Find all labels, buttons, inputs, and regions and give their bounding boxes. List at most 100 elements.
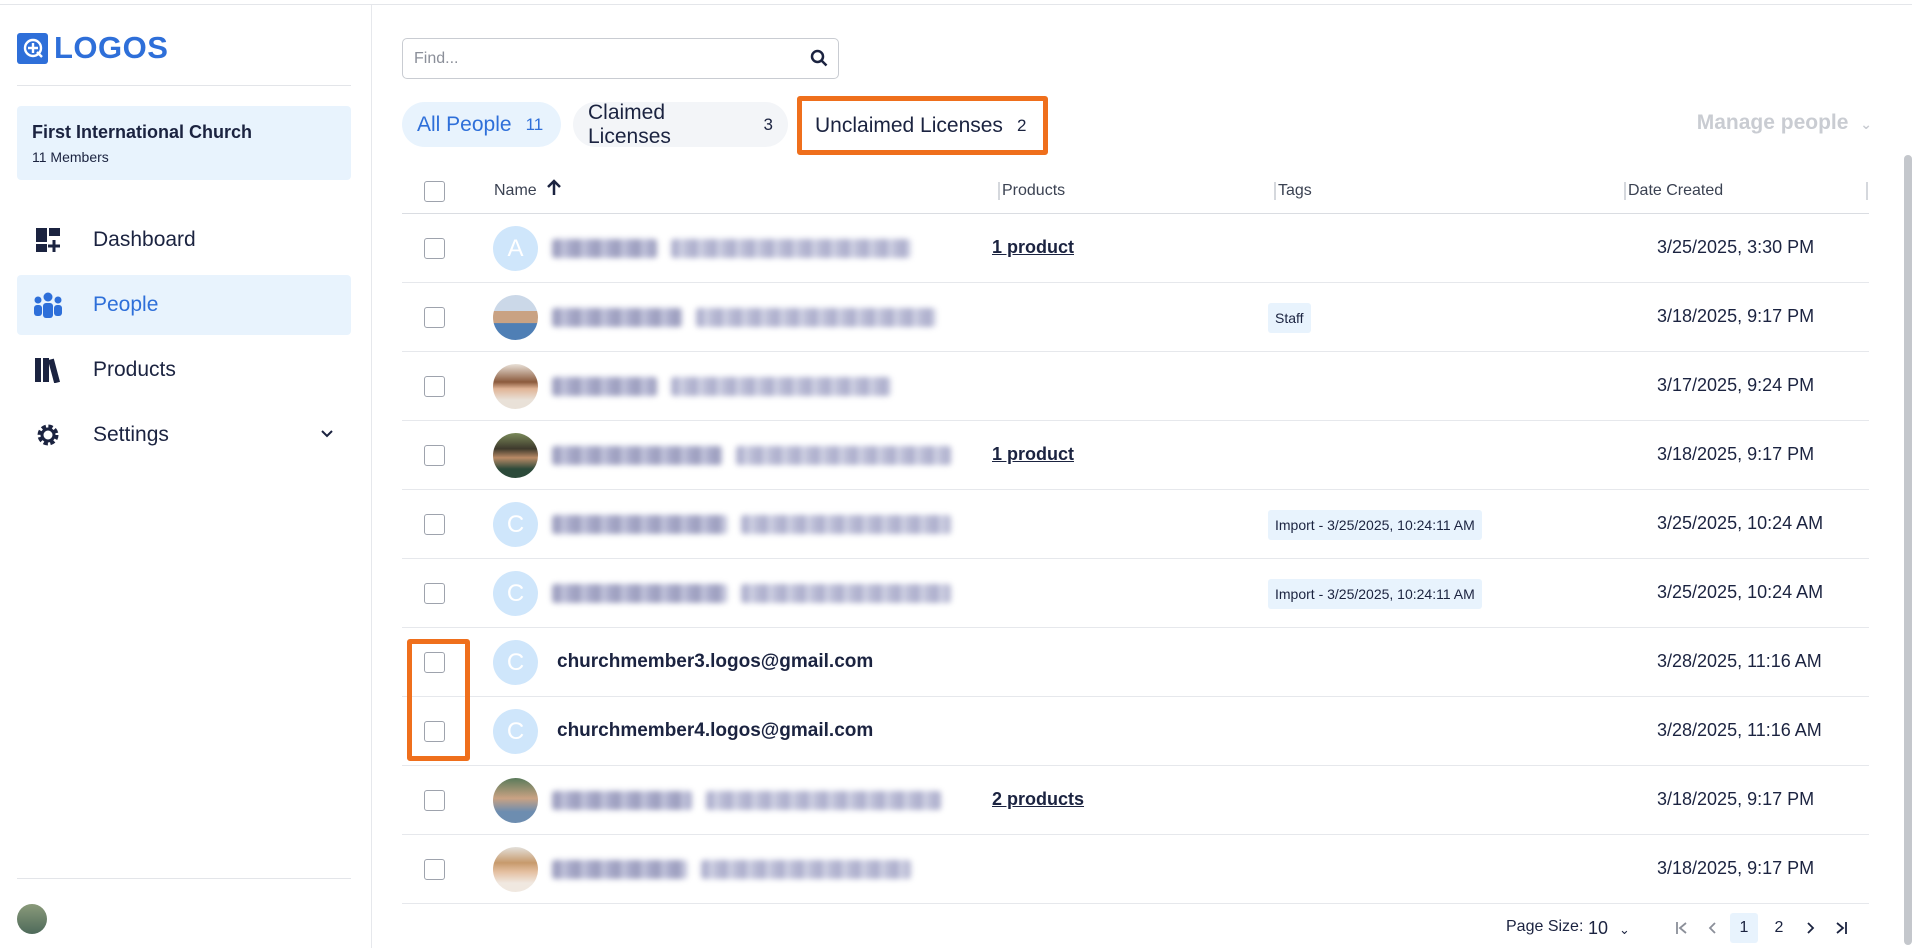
row-checkbox[interactable] [424,790,445,811]
row-checkbox[interactable] [424,445,445,466]
avatar [493,847,538,892]
table-row[interactable]: 3/17/2025, 9:24 PM [402,352,1869,421]
row-checkbox[interactable] [424,859,445,880]
select-all-checkbox[interactable] [424,181,445,202]
row-checkbox[interactable] [424,238,445,259]
column-header-tags[interactable]: Tags [1278,182,1312,200]
chevron-down-icon[interactable] [321,425,333,441]
table-row[interactable]: Cchurchmember3.logos@gmail.com 3/28/2025,… [402,628,1869,697]
manage-people-dropdown[interactable]: Manage people ⌄ [1697,111,1872,135]
redacted-name[interactable] [552,860,687,879]
user-avatar[interactable] [17,904,47,934]
logos-logo[interactable]: LOGOS [17,30,168,66]
redacted-email [741,584,951,603]
row-checkbox[interactable] [424,376,445,397]
person-email[interactable]: churchmember4.logos@gmail.com [557,720,873,742]
sidebar-item-settings[interactable]: Settings [17,405,351,465]
tag-badge[interactable]: Import - 3/25/2025, 10:24:11 AM [1268,510,1482,540]
date-created: 3/25/2025, 3:30 PM [1657,237,1815,257]
table-row[interactable]: C Import - 3/25/2025, 10:24:11 AM 3/25/202… [402,490,1869,559]
tab-label: All People [417,112,512,136]
table-row[interactable]: Cchurchmember4.logos@gmail.com 3/28/2025,… [402,697,1869,766]
page-button-2[interactable]: 2 [1765,913,1793,943]
tab-unclaimed-licenses[interactable]: Unclaimed Licenses 2 [797,96,1048,155]
logo-icon [17,32,48,64]
scrollbar[interactable] [1904,155,1912,945]
row-checkbox[interactable] [424,307,445,328]
date-created: 3/18/2025, 9:17 PM [1657,306,1815,326]
avatar [493,778,538,823]
page-size-select[interactable]: 10 ⌄ [1588,918,1630,939]
avatar [493,364,538,409]
dashboard-icon [33,225,63,255]
column-header-date-created[interactable]: Date Created [1628,182,1723,200]
column-resizer[interactable] [1866,182,1868,200]
sidebar-item-dashboard[interactable]: Dashboard [17,210,351,270]
row-checkbox[interactable] [424,514,445,535]
org-name: First International Church [32,122,253,142]
sidebar-item-label: Settings [93,423,169,446]
redacted-email [706,791,941,810]
page-size-value: 10 [1588,918,1609,938]
sidebar-item-label: People [93,293,159,316]
products-link[interactable]: 1 product [992,444,1074,465]
table-row[interactable]: C Import - 3/25/2025, 10:24:11 AM 3/25/202… [402,559,1869,628]
column-resizer[interactable] [998,182,1000,200]
row-checkbox[interactable] [424,583,445,604]
table-row[interactable]: 2 products 3/18/2025, 9:17 PM [402,766,1869,835]
products-link[interactable]: 1 product [992,237,1074,258]
tag-badge[interactable]: Staff [1268,303,1311,333]
person-email[interactable]: churchmember3.logos@gmail.com [557,651,873,673]
tab-count: 2 [1016,115,1027,135]
column-header-products[interactable]: Products [1002,182,1065,200]
books-icon [33,355,63,385]
redacted-name[interactable] [552,239,657,258]
products-link[interactable]: 2 products [992,789,1084,810]
tab-claimed-licenses[interactable]: Claimed Licenses 3 [573,101,788,148]
tab-count: 3 [763,114,773,134]
redacted-email [736,446,951,465]
sidebar-item-people[interactable]: People [17,275,351,335]
redacted-name[interactable] [552,515,727,534]
redacted-name[interactable] [552,446,722,465]
sort-ascending-icon[interactable] [546,179,562,202]
redacted-name[interactable] [552,584,727,603]
sidebar-item-label: Products [93,358,176,381]
tag-badge[interactable]: Import - 3/25/2025, 10:24:11 AM [1268,579,1482,609]
avatar: C [493,709,538,754]
redacted-name[interactable] [552,791,692,810]
avatar: C [493,571,538,616]
logo-text: LOGOS [54,30,169,65]
gear-icon [33,420,63,450]
sidebar-item-label: Dashboard [93,228,196,251]
table-row[interactable]: 3/18/2025, 9:17 PM [402,835,1869,904]
date-created: 3/28/2025, 11:16 AM [1657,651,1822,671]
tab-all-people[interactable]: All People 11 [402,102,561,147]
next-page-icon[interactable] [1797,913,1825,943]
redacted-name[interactable] [552,308,682,327]
column-resizer[interactable] [1624,182,1626,200]
first-page-icon[interactable] [1668,913,1696,943]
redacted-name[interactable] [552,377,657,396]
column-header-name[interactable]: Name [494,182,537,200]
last-page-icon[interactable] [1827,913,1855,943]
column-resizer[interactable] [1274,182,1276,200]
search-input[interactable]: Find... [402,38,839,79]
redacted-email [671,377,891,396]
date-created: 3/25/2025, 10:24 AM [1657,582,1824,602]
table-row[interactable]: 1 product 3/18/2025, 9:17 PM [402,421,1869,490]
table-row[interactable]: Staff 3/18/2025, 9:17 PM [402,283,1869,352]
org-card[interactable]: First International Church 11 Members [17,106,351,180]
sidebar-divider [17,85,351,86]
tab-count: 11 [525,114,544,134]
sidebar-divider [17,878,351,879]
previous-page-icon[interactable] [1698,913,1726,943]
search-icon[interactable] [810,49,828,72]
search-placeholder: Find... [414,49,459,67]
avatar: C [493,640,538,685]
avatar: A [493,226,538,271]
page-button-1[interactable]: 1 [1730,913,1758,943]
sidebar-item-products[interactable]: Products [17,340,351,400]
main-content: Find... All People 11 Claimed Licenses 3… [373,5,1912,948]
table-row[interactable]: A 1 product 3/25/2025, 3:30 PM [402,214,1869,283]
